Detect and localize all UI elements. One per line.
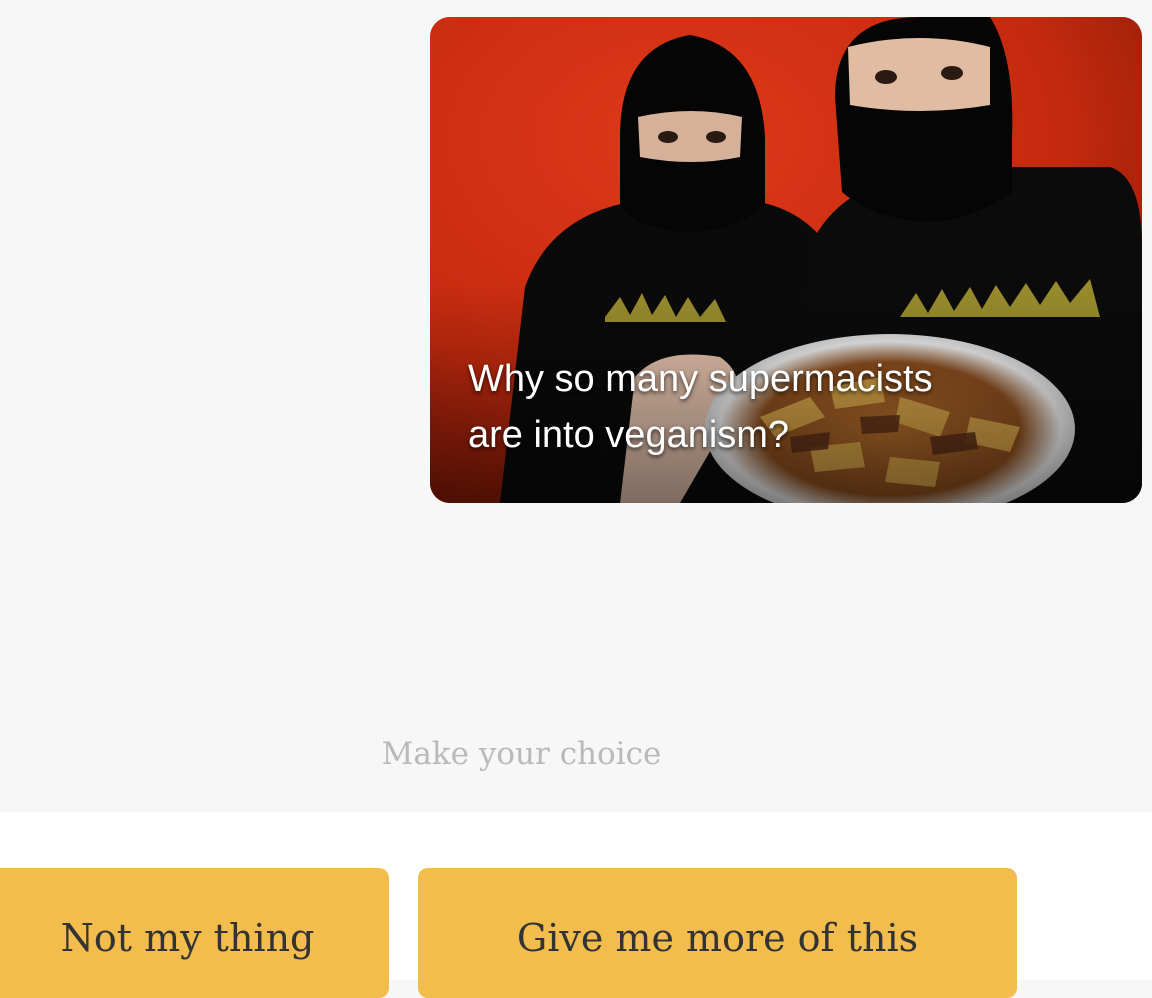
give-me-more-button[interactable]: Give me more of this [418, 868, 1017, 998]
video-title: Why so many supermacists are into vegani… [468, 351, 1068, 463]
choice-prompt: Make your choice [381, 736, 662, 772]
not-my-thing-button[interactable]: Not my thing [0, 868, 389, 998]
choice-bar: Not my thing Give me more of this [0, 812, 1152, 998]
video-card[interactable]: Why so many supermacists are into vegani… [430, 17, 1142, 503]
video-title-line2: are into veganism? [468, 414, 790, 456]
video-title-line1: Why so many supermacists [468, 358, 933, 400]
feed-area: Why so many supermacists are into vegani… [0, 0, 1152, 812]
